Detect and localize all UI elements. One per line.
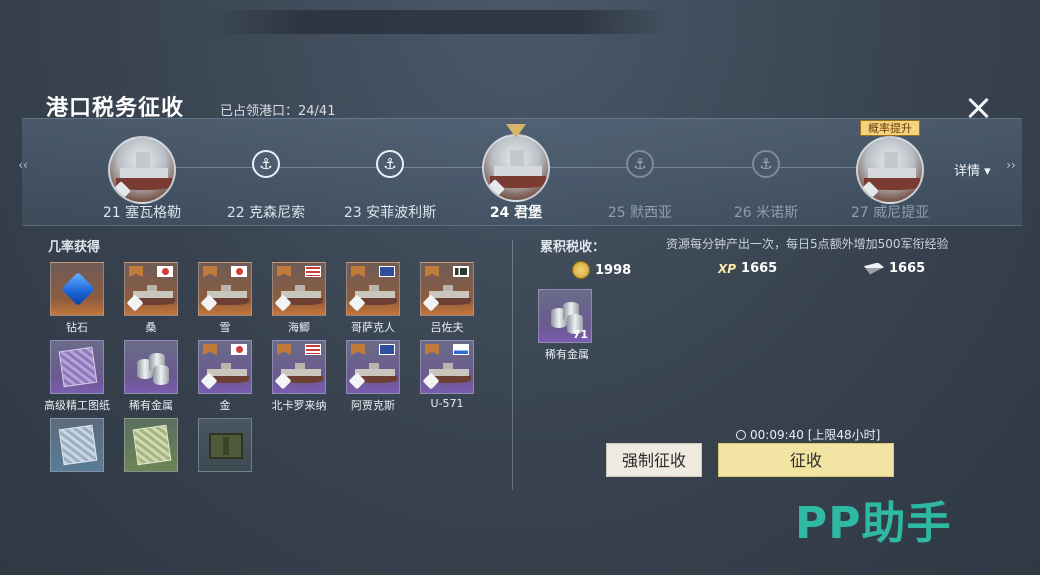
- top-banner: [210, 10, 670, 34]
- drop-item[interactable]: 海鲫: [270, 262, 328, 335]
- flag-icon: [453, 344, 469, 355]
- port-label: 27 威尼提亚: [850, 205, 930, 221]
- drop-item[interactable]: 阿贾克斯: [344, 340, 402, 413]
- details-button[interactable]: 详情 ▾: [954, 160, 991, 179]
- item-name: U-571: [430, 397, 464, 410]
- drop-item[interactable]: 北卡罗来纳: [270, 340, 328, 413]
- steel-value: 1665: [889, 261, 926, 276]
- drop-item[interactable]: 金: [196, 340, 254, 413]
- watermark: PP助手: [795, 498, 952, 549]
- blueprint-icon: [132, 424, 172, 466]
- xp-icon: XP: [718, 261, 737, 276]
- ship-portrait-icon: [856, 136, 924, 204]
- uk-flag-icon: [379, 266, 395, 277]
- collect-button[interactable]: 征收: [718, 443, 894, 477]
- usa-flag-icon: [305, 266, 321, 277]
- japan-flag-icon: [157, 266, 173, 277]
- diamond-icon: [61, 272, 95, 306]
- xp-resource: XP 1665: [718, 261, 777, 276]
- possible-drops-title: 几率获得: [48, 240, 101, 255]
- timer-text: 00:09:40 [上限48小时]: [750, 428, 881, 442]
- details-label: 详情: [954, 164, 981, 179]
- japan-flag-icon: [231, 344, 247, 355]
- occupied-ports-count: 已占领港口：24/41: [220, 104, 336, 119]
- port-label: 25 默西亚: [607, 205, 673, 221]
- tax-info-text: 资源每分钟产出一次，每日5点额外增加500军衔经验: [666, 237, 949, 251]
- steel-icon: [864, 262, 884, 275]
- clock-icon: [736, 429, 746, 440]
- drop-item[interactable]: [48, 418, 106, 472]
- uk-flag-icon: [379, 344, 395, 355]
- drop-item[interactable]: 桑: [122, 262, 180, 335]
- steel-resource: 1665: [864, 261, 925, 276]
- probability-boost-badge: 概率提升: [860, 120, 920, 136]
- coin-icon: [572, 261, 590, 279]
- drop-item[interactable]: 钻石: [48, 262, 106, 335]
- force-collect-button[interactable]: 强制征收: [606, 443, 702, 477]
- blueprint-icon: [58, 424, 98, 466]
- crate-icon: [209, 433, 243, 459]
- japan-flag-icon: [231, 266, 247, 277]
- drop-item[interactable]: U-571: [418, 340, 476, 410]
- ship-portrait-icon: [108, 136, 176, 204]
- chevron-left-icon[interactable]: ‹‹: [14, 158, 32, 176]
- port-label: 22 克森尼索: [226, 205, 306, 221]
- port-label: 26 米诺斯: [733, 205, 799, 221]
- item-name: 稀有金属: [545, 348, 589, 361]
- coin-resource: 1998: [572, 261, 631, 279]
- coin-value: 1998: [595, 262, 632, 278]
- ship-portrait-icon: [482, 134, 550, 202]
- port-label: 24 君堡: [489, 205, 543, 221]
- drop-item[interactable]: [196, 418, 254, 472]
- drop-item[interactable]: 稀有金属: [122, 340, 180, 413]
- port-label: 23 安菲波利斯: [343, 205, 437, 221]
- stock-count: 71: [572, 328, 588, 341]
- drop-item[interactable]: 吕佐夫: [418, 262, 476, 335]
- stock-item[interactable]: 71 稀有金属: [538, 289, 596, 362]
- anchor-icon: ⚓: [376, 150, 404, 178]
- chevron-down-icon: ▾: [984, 164, 991, 179]
- drop-item[interactable]: 高级精工图纸: [44, 340, 110, 413]
- blueprint-icon: [58, 346, 98, 388]
- anchor-icon: ⚓: [252, 150, 280, 178]
- xp-value: 1665: [741, 261, 778, 276]
- drop-item[interactable]: 雪: [196, 262, 254, 335]
- metal-icon: [135, 353, 171, 385]
- chevron-right-icon[interactable]: ››: [1002, 158, 1020, 176]
- item-name: 吕佐夫: [430, 321, 464, 334]
- anchor-icon: ⚓: [752, 150, 780, 178]
- germany-flag-icon: [453, 266, 469, 277]
- drop-item[interactable]: 哥萨克人: [344, 262, 402, 335]
- timer: 00:09:40 [上限48小时]: [736, 426, 880, 443]
- anchor-icon: ⚓: [626, 150, 654, 178]
- accumulated-tax-title: 累积税收：: [540, 240, 606, 255]
- panel-divider: [512, 240, 513, 490]
- drop-item[interactable]: [122, 418, 180, 472]
- usa-flag-icon: [305, 344, 321, 355]
- port-label: 21 塞瓦格勒: [102, 205, 182, 221]
